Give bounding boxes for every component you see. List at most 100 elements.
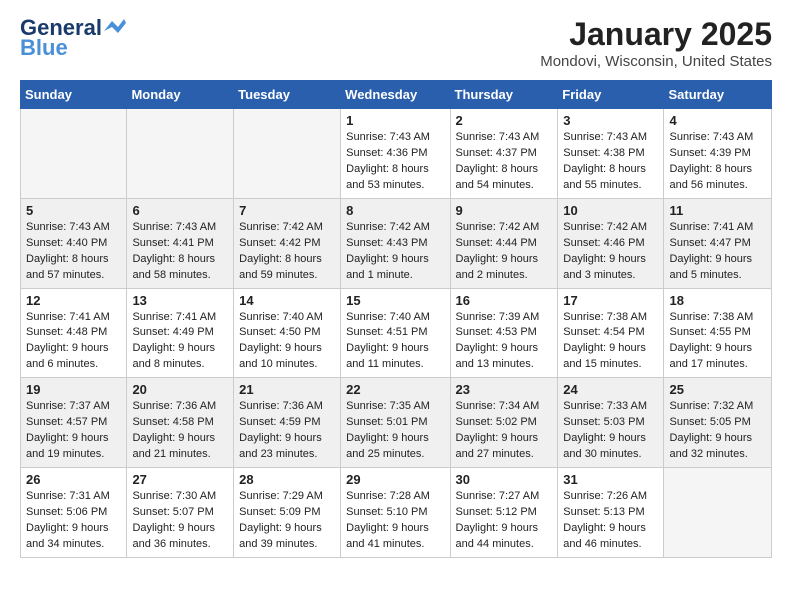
day-info: Sunrise: 7:42 AMSunset: 4:43 PMDaylight:…	[346, 220, 444, 284]
day-info: Sunrise: 7:34 AMSunset: 5:02 PMDaylight:…	[456, 399, 553, 463]
calendar-week-row: 1 Sunrise: 7:43 AMSunset: 4:36 PMDaylight…	[21, 109, 772, 199]
calendar-week-row: 26Sunrise: 7:31 AMSunset: 5:06 PMDayligh…	[21, 468, 772, 558]
table-row: 16Sunrise: 7:39 AMSunset: 4:53 PMDayligh…	[450, 288, 558, 378]
day-number: 7	[239, 203, 335, 218]
table-row: 18Sunrise: 7:38 AMSunset: 4:55 PMDayligh…	[664, 288, 772, 378]
page-container: General Blue January 2025 Mondovi, Wisco…	[0, 0, 792, 568]
day-number: 28	[239, 472, 335, 487]
table-row: 15 Sunrise: 7:40 AMSunset: 4:51 PMDayligh…	[341, 288, 450, 378]
day-info: Sunrise: 7:32 AMSunset: 5:05 PMDaylight:…	[669, 399, 766, 463]
day-info: Sunrise: 7:28 AMSunset: 5:10 PMDaylight:…	[346, 489, 444, 553]
table-row: 26Sunrise: 7:31 AMSunset: 5:06 PMDayligh…	[21, 468, 127, 558]
day-info: Sunrise: 7:33 AMSunset: 5:03 PMDaylight:…	[563, 399, 658, 463]
day-info: Sunrise: 7:30 AMSunset: 5:07 PMDaylight:…	[132, 489, 228, 553]
day-info: Sunrise: 7:37 AMSunset: 4:57 PMDaylight:…	[26, 399, 121, 463]
day-number: 26	[26, 472, 121, 487]
day-info: Sunrise: 7:42 AMSunset: 4:44 PMDaylight:…	[456, 220, 553, 284]
day-info: Sunrise: 7:41 AMSunset: 4:49 PMDaylight:…	[132, 310, 228, 374]
day-number: 9	[456, 203, 553, 218]
calendar-week-row: 12Sunrise: 7:41 AMSunset: 4:48 PMDayligh…	[21, 288, 772, 378]
col-saturday: Saturday	[664, 81, 772, 109]
day-info: Sunrise: 7:40 AMSunset: 4:51 PMDaylight:…	[346, 310, 444, 374]
table-row: 19 Sunrise: 7:37 AMSunset: 4:57 PMDayligh…	[21, 378, 127, 468]
table-row	[127, 109, 234, 199]
day-info: Sunrise: 7:43 AMSunset: 4:36 PMDaylight:…	[346, 130, 444, 194]
table-row: 4 Sunrise: 7:43 AMSunset: 4:39 PMDaylight…	[664, 109, 772, 199]
day-number: 23	[456, 382, 553, 397]
day-info: Sunrise: 7:38 AMSunset: 4:55 PMDaylight:…	[669, 310, 766, 374]
table-row: 9 Sunrise: 7:42 AMSunset: 4:44 PMDaylight…	[450, 198, 558, 288]
calendar-week-row: 19 Sunrise: 7:37 AMSunset: 4:57 PMDayligh…	[21, 378, 772, 468]
day-number: 22	[346, 382, 444, 397]
table-row: 30Sunrise: 7:27 AMSunset: 5:12 PMDayligh…	[450, 468, 558, 558]
table-row: 14Sunrise: 7:40 AMSunset: 4:50 PMDayligh…	[234, 288, 341, 378]
day-number: 14	[239, 293, 335, 308]
table-row: 10Sunrise: 7:42 AMSunset: 4:46 PMDayligh…	[558, 198, 664, 288]
day-number: 17	[563, 293, 658, 308]
day-number: 25	[669, 382, 766, 397]
table-row: 28 Sunrise: 7:29 AMSunset: 5:09 PMDayligh…	[234, 468, 341, 558]
day-info: Sunrise: 7:43 AMSunset: 4:37 PMDaylight:…	[456, 130, 553, 194]
table-row: 3 Sunrise: 7:43 AMSunset: 4:38 PMDaylight…	[558, 109, 664, 199]
col-sunday: Sunday	[21, 81, 127, 109]
day-number: 24	[563, 382, 658, 397]
day-number: 13	[132, 293, 228, 308]
location: Mondovi, Wisconsin, United States	[540, 53, 772, 70]
day-info: Sunrise: 7:43 AMSunset: 4:39 PMDaylight:…	[669, 130, 766, 194]
table-row: 24 Sunrise: 7:33 AMSunset: 5:03 PMDayligh…	[558, 378, 664, 468]
day-number: 20	[132, 382, 228, 397]
day-info: Sunrise: 7:43 AMSunset: 4:38 PMDaylight:…	[563, 130, 658, 194]
table-row: 20 Sunrise: 7:36 AMSunset: 4:58 PMDayligh…	[127, 378, 234, 468]
table-row: 17 Sunrise: 7:38 AMSunset: 4:54 PMDayligh…	[558, 288, 664, 378]
table-row: 23 Sunrise: 7:34 AMSunset: 5:02 PMDayligh…	[450, 378, 558, 468]
day-info: Sunrise: 7:36 AMSunset: 4:58 PMDaylight:…	[132, 399, 228, 463]
calendar-header-row: Sunday Monday Tuesday Wednesday Thursday…	[21, 81, 772, 109]
day-number: 8	[346, 203, 444, 218]
table-row: 2Sunrise: 7:43 AMSunset: 4:37 PMDaylight…	[450, 109, 558, 199]
day-number: 1	[346, 113, 444, 128]
month-title: January 2025	[540, 16, 772, 53]
day-number: 27	[132, 472, 228, 487]
day-info: Sunrise: 7:26 AMSunset: 5:13 PMDaylight:…	[563, 489, 658, 553]
col-monday: Monday	[127, 81, 234, 109]
header: General Blue January 2025 Mondovi, Wisco…	[20, 16, 772, 70]
table-row: 7Sunrise: 7:42 AMSunset: 4:42 PMDaylight…	[234, 198, 341, 288]
table-row	[21, 109, 127, 199]
day-info: Sunrise: 7:41 AMSunset: 4:48 PMDaylight:…	[26, 310, 121, 374]
day-info: Sunrise: 7:29 AMSunset: 5:09 PMDaylight:…	[239, 489, 335, 553]
title-block: January 2025 Mondovi, Wisconsin, United …	[540, 16, 772, 70]
day-number: 30	[456, 472, 553, 487]
day-number: 19	[26, 382, 121, 397]
day-info: Sunrise: 7:38 AMSunset: 4:54 PMDaylight:…	[563, 310, 658, 374]
calendar-week-row: 5Sunrise: 7:43 AMSunset: 4:40 PMDaylight…	[21, 198, 772, 288]
table-row: 1 Sunrise: 7:43 AMSunset: 4:36 PMDaylight…	[341, 109, 450, 199]
day-number: 4	[669, 113, 766, 128]
logo: General Blue	[20, 16, 126, 60]
day-number: 10	[563, 203, 658, 218]
table-row: 21 Sunrise: 7:36 AMSunset: 4:59 PMDayligh…	[234, 378, 341, 468]
table-row: 27 Sunrise: 7:30 AMSunset: 5:07 PMDayligh…	[127, 468, 234, 558]
day-number: 15	[346, 293, 444, 308]
day-number: 21	[239, 382, 335, 397]
logo-blue: Blue	[20, 36, 68, 60]
table-row	[234, 109, 341, 199]
table-row: 12Sunrise: 7:41 AMSunset: 4:48 PMDayligh…	[21, 288, 127, 378]
day-info: Sunrise: 7:36 AMSunset: 4:59 PMDaylight:…	[239, 399, 335, 463]
table-row: 13 Sunrise: 7:41 AMSunset: 4:49 PMDayligh…	[127, 288, 234, 378]
col-tuesday: Tuesday	[234, 81, 341, 109]
day-number: 11	[669, 203, 766, 218]
day-info: Sunrise: 7:43 AMSunset: 4:41 PMDaylight:…	[132, 220, 228, 284]
day-number: 16	[456, 293, 553, 308]
calendar-table: Sunday Monday Tuesday Wednesday Thursday…	[20, 80, 772, 558]
day-number: 3	[563, 113, 658, 128]
table-row: 31Sunrise: 7:26 AMSunset: 5:13 PMDayligh…	[558, 468, 664, 558]
table-row: 25 Sunrise: 7:32 AMSunset: 5:05 PMDayligh…	[664, 378, 772, 468]
col-friday: Friday	[558, 81, 664, 109]
day-number: 29	[346, 472, 444, 487]
logo-bird-icon	[104, 19, 126, 35]
day-number: 5	[26, 203, 121, 218]
table-row	[664, 468, 772, 558]
day-info: Sunrise: 7:35 AMSunset: 5:01 PMDaylight:…	[346, 399, 444, 463]
table-row: 29 Sunrise: 7:28 AMSunset: 5:10 PMDayligh…	[341, 468, 450, 558]
table-row: 5Sunrise: 7:43 AMSunset: 4:40 PMDaylight…	[21, 198, 127, 288]
